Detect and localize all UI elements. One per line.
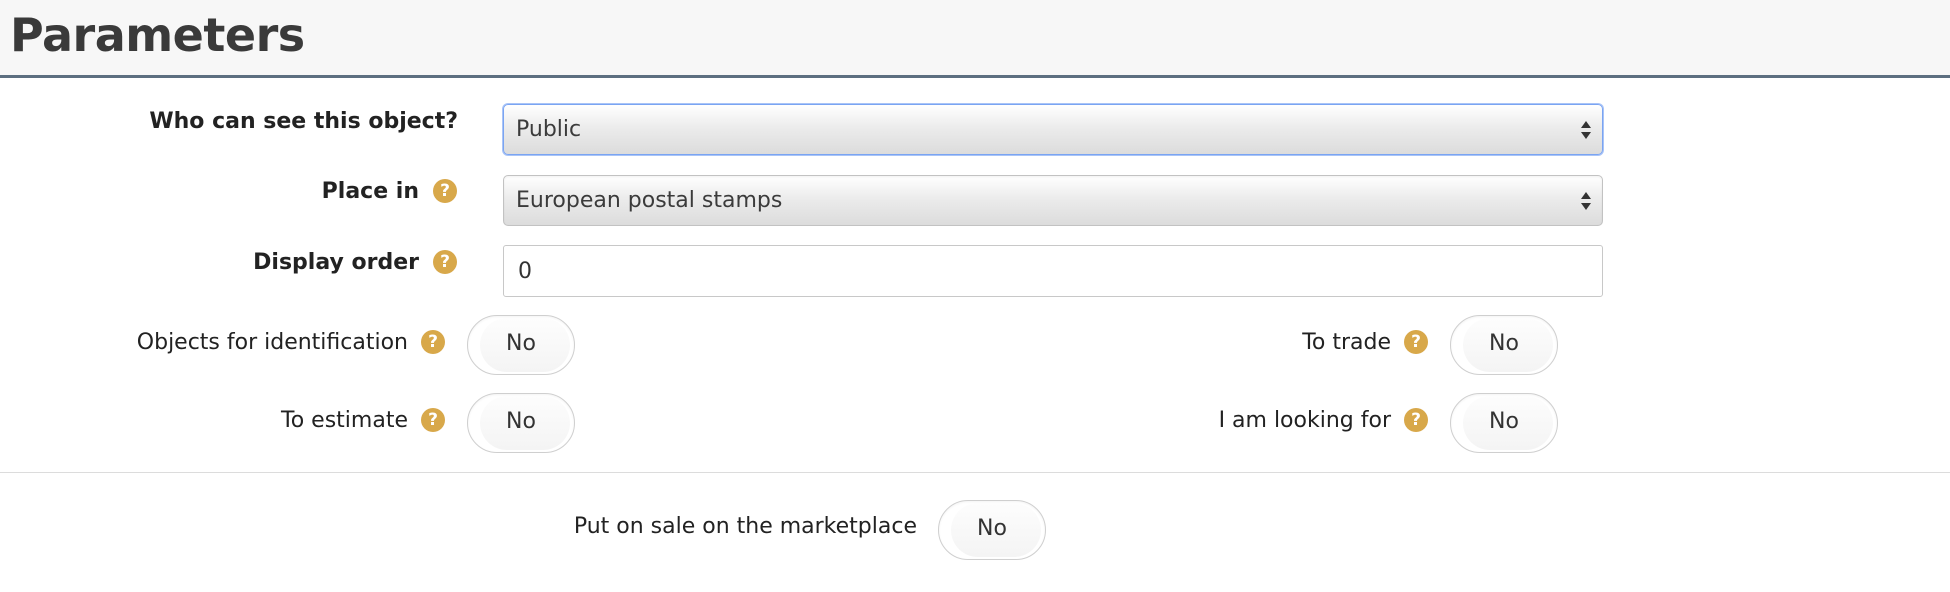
estimate-toggle-value: No — [506, 409, 536, 434]
select-arrows-icon — [1581, 121, 1591, 139]
question-circle-icon[interactable]: ? — [421, 330, 445, 354]
marketplace-toggle-value: No — [977, 516, 1007, 541]
trade-toggle-value: No — [1489, 331, 1519, 356]
display-order-value: 0 — [518, 259, 532, 284]
question-circle-icon[interactable]: ? — [433, 179, 457, 203]
section-divider — [0, 472, 1950, 473]
visibility-select-value: Public — [516, 117, 582, 142]
parameters-page: Parameters Who can see this object? Publ… — [0, 0, 1950, 592]
estimate-toggle[interactable]: No — [467, 393, 575, 453]
visibility-select[interactable]: Public — [503, 104, 1603, 155]
looking-for-toggle-value: No — [1489, 409, 1519, 434]
looking-for-label: I am looking for — [1218, 408, 1391, 433]
display-order-label: Display order — [253, 250, 419, 275]
question-circle-icon[interactable]: ? — [433, 250, 457, 274]
place-select[interactable]: European postal stamps — [503, 175, 1603, 226]
visibility-label: Who can see this object? — [149, 109, 458, 134]
estimate-label: To estimate — [281, 408, 408, 433]
question-circle-icon[interactable]: ? — [1404, 408, 1428, 432]
trade-toggle[interactable]: No — [1450, 315, 1558, 375]
question-circle-icon[interactable]: ? — [421, 408, 445, 432]
looking-for-toggle[interactable]: No — [1450, 393, 1558, 453]
identification-toggle[interactable]: No — [467, 315, 575, 375]
display-order-input[interactable]: 0 — [503, 245, 1603, 297]
identification-toggle-value: No — [506, 331, 536, 356]
trade-label: To trade — [1302, 330, 1391, 355]
question-circle-icon[interactable]: ? — [1404, 330, 1428, 354]
place-label: Place in — [321, 179, 419, 204]
marketplace-label: Put on sale on the marketplace — [573, 514, 917, 539]
identification-label: Objects for identification — [136, 330, 408, 355]
page-title: Parameters — [10, 8, 305, 62]
select-arrows-icon — [1581, 192, 1591, 210]
section-header: Parameters — [0, 0, 1950, 78]
place-select-value: European postal stamps — [516, 188, 783, 213]
marketplace-toggle[interactable]: No — [938, 500, 1046, 560]
